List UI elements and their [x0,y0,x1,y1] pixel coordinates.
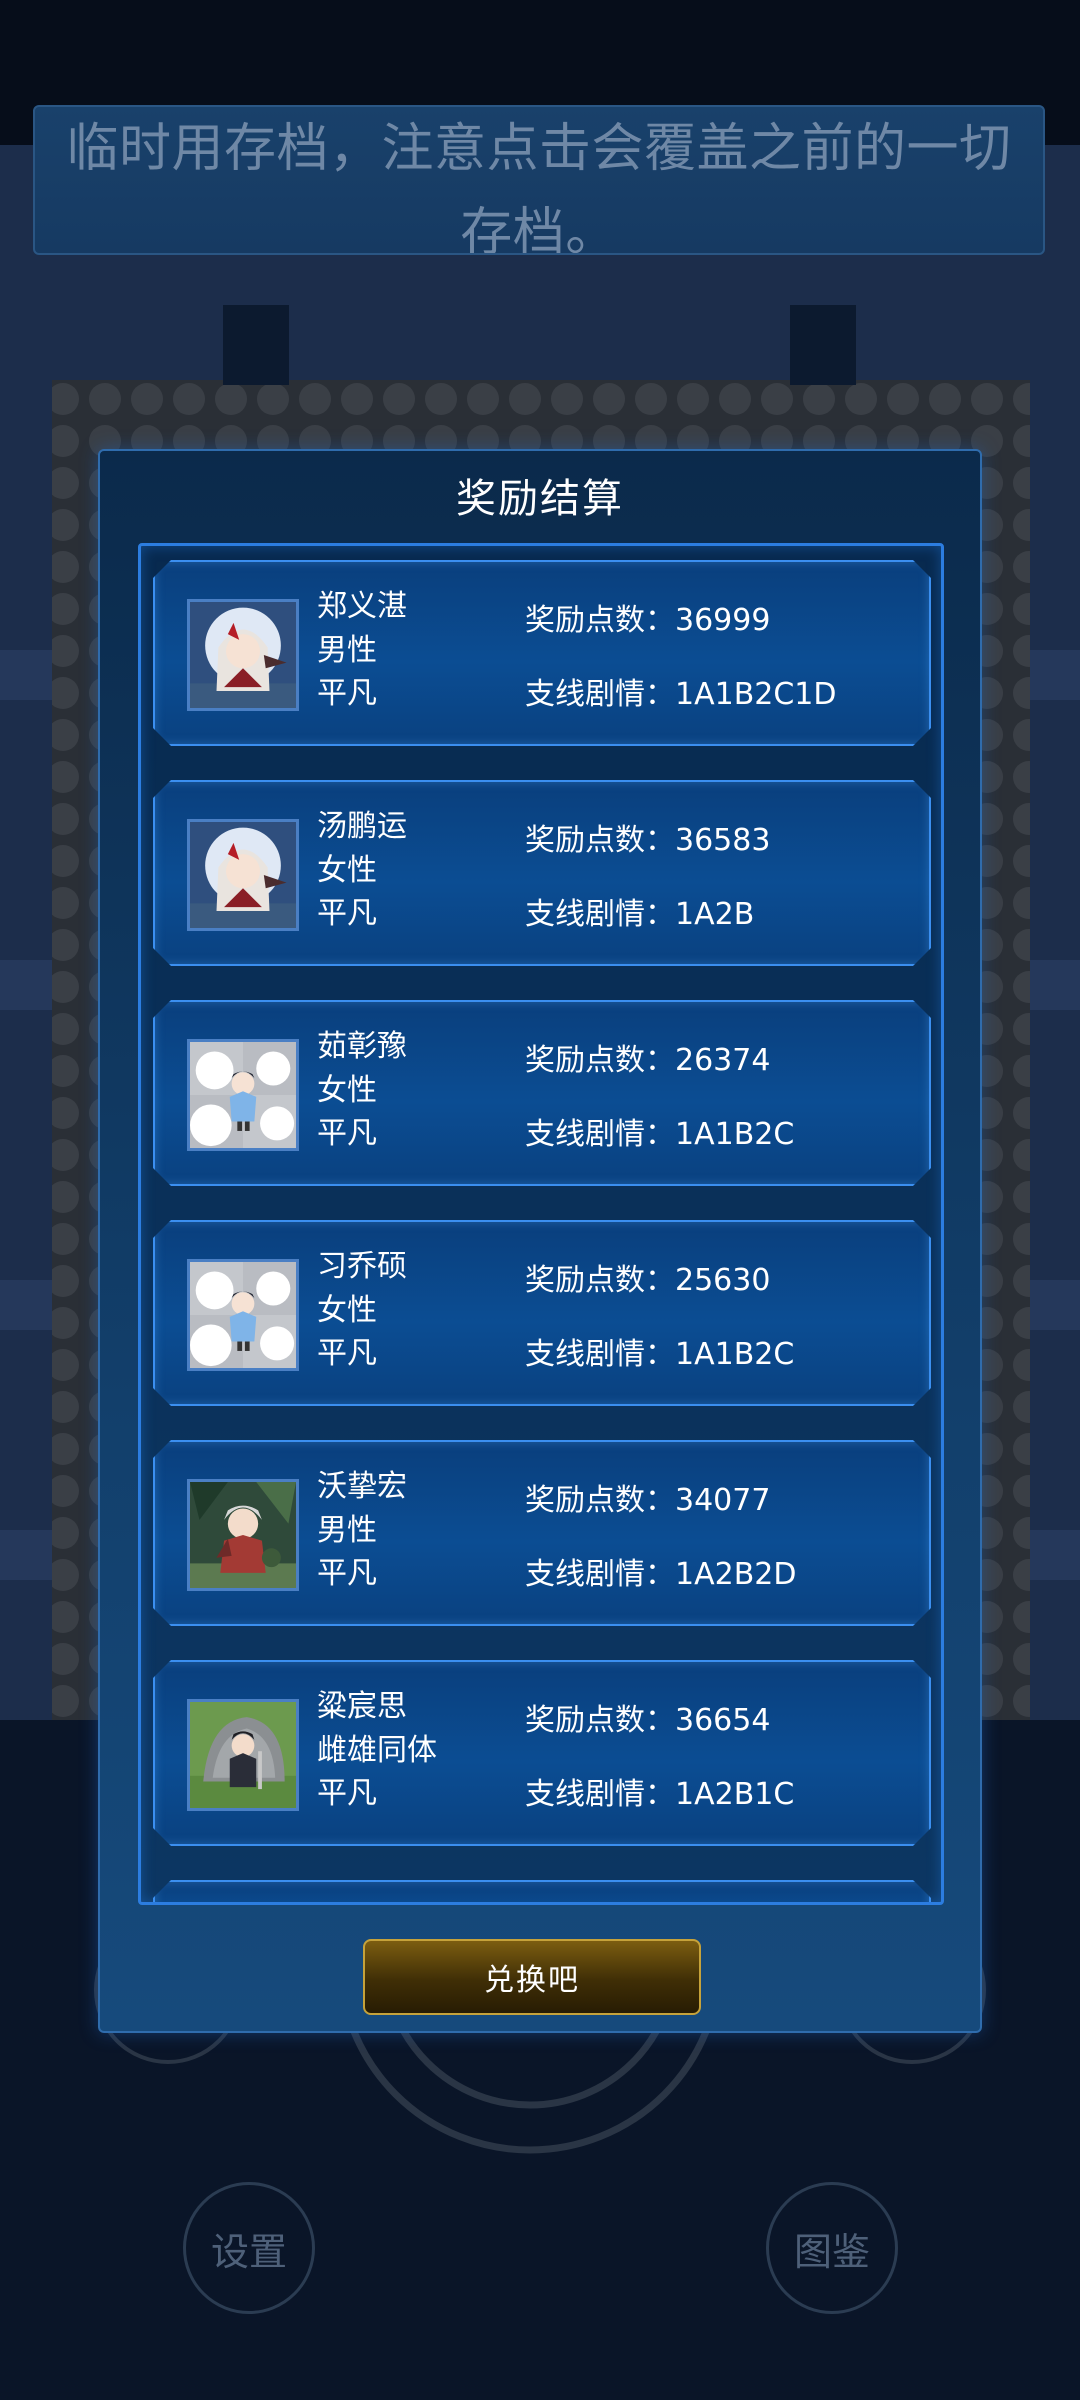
character-talent: 平凡 [317,1116,377,1151]
exchange-button[interactable]: 兑换吧 [363,1939,701,2015]
forest-warrior-avatar-icon [187,1479,299,1591]
character-name: 汤鹏运 [317,809,407,844]
character-card[interactable]: 粱宸思 雌雄同体 平凡 奖励点数：36654 支线剧情：1A2B1C [153,1660,931,1846]
character-gender: 女性 [317,1293,377,1328]
character-name: 粱宸思 [317,1689,407,1724]
character-talent: 平凡 [317,1776,377,1811]
reward-points: 奖励点数：36654 [525,1702,770,1740]
branch-story-label: 支线剧情： [525,677,675,712]
reward-settlement-modal: 奖励结算 郑义湛 男性 平凡 奖励点数：36999 支线剧情：1A1B2C1D … [98,449,982,2033]
branch-story: 支线剧情：1A2B [525,896,754,934]
reward-points-value: 36999 [675,603,771,638]
chibi-cloud-swordsman-avatar-icon [187,1259,299,1371]
character-card-partial[interactable] [153,1880,931,1905]
reward-points-value: 25630 [675,1263,771,1298]
reward-points: 奖励点数：26374 [525,1042,770,1080]
chibi-cloud-swordsman-avatar-icon [187,1039,299,1151]
reward-points-value: 34077 [675,1483,771,1518]
character-name: 茹彰豫 [317,1029,407,1064]
character-talent: 平凡 [317,896,377,931]
branch-story: 支线剧情：1A1B2C1D [525,676,837,714]
character-gender: 男性 [317,1513,377,1548]
branch-story: 支线剧情：1A2B2D [525,1556,796,1594]
reward-points-label: 奖励点数： [525,1703,675,1738]
reward-points-label: 奖励点数： [525,1043,675,1078]
reward-points: 奖励点数：36999 [525,602,770,640]
reward-points-label: 奖励点数： [525,823,675,858]
anime-girl-moon-avatar-icon [187,819,299,931]
character-gender: 雌雄同体 [317,1733,437,1768]
branch-story-value: 1A2B2D [675,1557,797,1592]
branch-story: 支线剧情：1A1B2C [525,1116,794,1154]
branch-story-label: 支线剧情： [525,1777,675,1812]
character-gender: 女性 [317,853,377,888]
reward-points-value: 36654 [675,1703,771,1738]
character-card[interactable]: 习乔硕 女性 平凡 奖励点数：25630 支线剧情：1A1B2C [153,1220,931,1406]
character-talent: 平凡 [317,1336,377,1371]
character-talent: 平凡 [317,676,377,711]
codex-button[interactable]: 图鉴 [766,2182,898,2314]
branch-story-value: 1A1B2C [675,1117,795,1152]
branch-story-value: 1A1B2C [675,1337,795,1372]
reward-points-label: 奖励点数： [525,1483,675,1518]
branch-story-label: 支线剧情： [525,1337,675,1372]
reward-points-value: 36583 [675,823,771,858]
character-card[interactable]: 郑义湛 男性 平凡 奖励点数：36999 支线剧情：1A1B2C1D [153,560,931,746]
reward-points-label: 奖励点数： [525,603,675,638]
settings-button[interactable]: 设置 [183,2182,315,2314]
character-gender: 男性 [317,633,377,668]
character-card[interactable]: 茹彰豫 女性 平凡 奖励点数：26374 支线剧情：1A1B2C [153,1000,931,1186]
character-gender: 女性 [317,1073,377,1108]
branch-story-label: 支线剧情： [525,1117,675,1152]
character-name: 郑义湛 [317,589,407,624]
character-reward-list[interactable]: 郑义湛 男性 平凡 奖励点数：36999 支线剧情：1A1B2C1D 汤鹏运 女… [138,543,944,1905]
branch-story-value: 1A1B2C1D [675,677,837,712]
notice-banner: 临时用存档，注意点击会覆盖之前的一切 存档。 [33,105,1045,255]
rock-swordsman-avatar-icon [187,1699,299,1811]
reward-points: 奖励点数：36583 [525,822,770,860]
reward-points: 奖励点数：25630 [525,1262,770,1300]
character-name: 习乔硕 [317,1249,407,1284]
reward-points-label: 奖励点数： [525,1263,675,1298]
branch-story-value: 1A2B [675,897,755,932]
anime-girl-moon-avatar-icon [187,599,299,711]
branch-story-label: 支线剧情： [525,1557,675,1592]
character-card[interactable]: 汤鹏运 女性 平凡 奖励点数：36583 支线剧情：1A2B [153,780,931,966]
branch-story: 支线剧情：1A1B2C [525,1336,794,1374]
branch-story-value: 1A2B1C [675,1777,795,1812]
branch-story-label: 支线剧情： [525,897,675,932]
modal-title: 奖励结算 [456,476,624,522]
character-card[interactable]: 沃挚宏 男性 平凡 奖励点数：34077 支线剧情：1A2B2D [153,1440,931,1626]
character-name: 沃挚宏 [317,1469,407,1504]
reward-points: 奖励点数：34077 [525,1482,770,1520]
character-talent: 平凡 [317,1556,377,1591]
reward-points-value: 26374 [675,1043,771,1078]
branch-story: 支线剧情：1A2B1C [525,1776,794,1814]
